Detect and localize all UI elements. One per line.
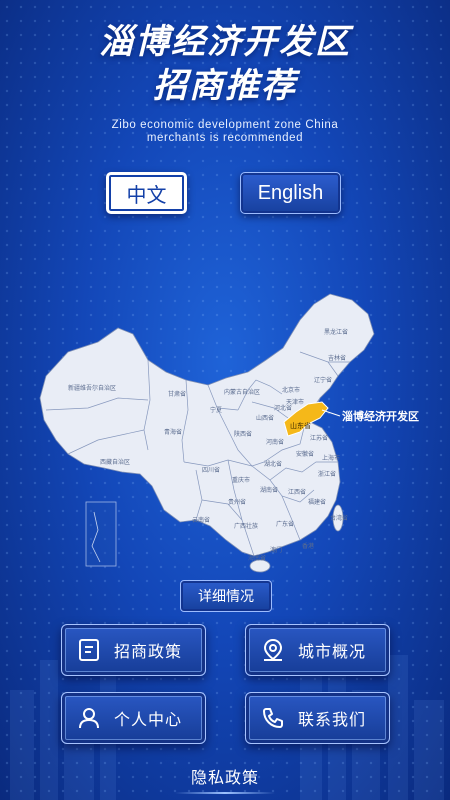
contact-us-button[interactable]: 联系我们 — [245, 692, 390, 744]
city-overview-button[interactable]: 城市概况 — [245, 624, 390, 676]
svg-text:吉林省: 吉林省 — [328, 354, 346, 362]
title-line-2: 招商推荐 — [153, 66, 297, 106]
page-title: 淄博经济开发区 招商推荐 — [0, 20, 450, 108]
svg-text:安徽省: 安徽省 — [296, 450, 314, 458]
detail-button[interactable]: 详细情况 — [180, 580, 272, 612]
svg-text:湖南省: 湖南省 — [260, 486, 278, 494]
highlight-label: 山东省 — [290, 421, 311, 430]
svg-text:西藏自治区: 西藏自治区 — [100, 458, 130, 466]
svg-text:台湾省: 台湾省 — [330, 514, 348, 522]
svg-text:北京市: 北京市 — [282, 386, 300, 394]
map-pin-icon — [260, 637, 286, 663]
page-subtitle: Zibo economic development zone China mer… — [0, 119, 450, 145]
svg-text:青海省: 青海省 — [164, 428, 182, 436]
svg-text:河北省: 河北省 — [274, 404, 292, 412]
svg-text:上海市: 上海市 — [322, 454, 340, 462]
document-icon — [76, 637, 102, 663]
svg-text:内蒙古自治区: 内蒙古自治区 — [224, 388, 260, 396]
personal-center-label: 个人中心 — [114, 710, 183, 729]
svg-text:重庆市: 重庆市 — [232, 476, 250, 484]
callout-line — [321, 409, 341, 417]
svg-text:广东省: 广东省 — [276, 520, 294, 528]
map-callout-label: 淄博经济开发区 — [342, 409, 419, 423]
svg-text:香港: 香港 — [302, 542, 314, 550]
svg-text:澳门: 澳门 — [270, 546, 282, 554]
investment-policy-button[interactable]: 招商政策 — [61, 624, 206, 676]
svg-text:福建省: 福建省 — [308, 498, 326, 506]
svg-text:宁夏: 宁夏 — [210, 406, 222, 414]
svg-text:湖北省: 湖北省 — [264, 460, 282, 468]
svg-text:河南省: 河南省 — [266, 438, 284, 446]
svg-text:江西省: 江西省 — [288, 488, 306, 496]
privacy-underline — [175, 792, 275, 794]
svg-text:云南省: 云南省 — [192, 516, 210, 524]
privacy-policy-link[interactable]: 隐私政策 — [0, 764, 450, 788]
svg-text:山西省: 山西省 — [256, 414, 274, 422]
south-china-sea-inset — [85, 501, 117, 567]
svg-text:广西壮族: 广西壮族 — [234, 522, 258, 530]
city-overview-label: 城市概况 — [298, 642, 367, 661]
subtitle-line-1: Zibo economic development zone China — [111, 119, 339, 131]
svg-text:江苏省: 江苏省 — [310, 434, 328, 442]
svg-text:甘肃省: 甘肃省 — [168, 390, 186, 398]
phone-icon — [260, 705, 286, 731]
china-map-svg: 新疆维吾尔自治区 西藏自治区 青海省 甘肃省 内蒙古自治区 黑龙江省 吉林省 辽… — [39, 293, 419, 573]
language-english-button[interactable]: English — [240, 172, 341, 214]
contact-us-label: 联系我们 — [298, 710, 367, 729]
svg-text:辽宁省: 辽宁省 — [314, 376, 332, 384]
user-icon — [76, 705, 102, 731]
investment-policy-label: 招商政策 — [114, 642, 183, 661]
svg-text:陕西省: 陕西省 — [234, 430, 252, 438]
svg-text:贵州省: 贵州省 — [228, 498, 246, 506]
svg-text:浙江省: 浙江省 — [318, 470, 336, 478]
personal-center-button[interactable]: 个人中心 — [61, 692, 206, 744]
subtitle-line-2: merchants is recommended — [146, 132, 304, 144]
language-chinese-button[interactable]: 中文 — [106, 172, 187, 214]
svg-text:海南省: 海南省 — [248, 554, 266, 562]
title-line-1: 淄博经济开发区 — [99, 22, 351, 62]
svg-text:新疆维吾尔自治区: 新疆维吾尔自治区 — [68, 384, 116, 392]
china-map[interactable]: 新疆维吾尔自治区 西藏自治区 青海省 甘肃省 内蒙古自治区 黑龙江省 吉林省 辽… — [38, 290, 438, 580]
svg-text:四川省: 四川省 — [202, 466, 220, 474]
svg-text:黑龙江省: 黑龙江省 — [324, 328, 348, 336]
